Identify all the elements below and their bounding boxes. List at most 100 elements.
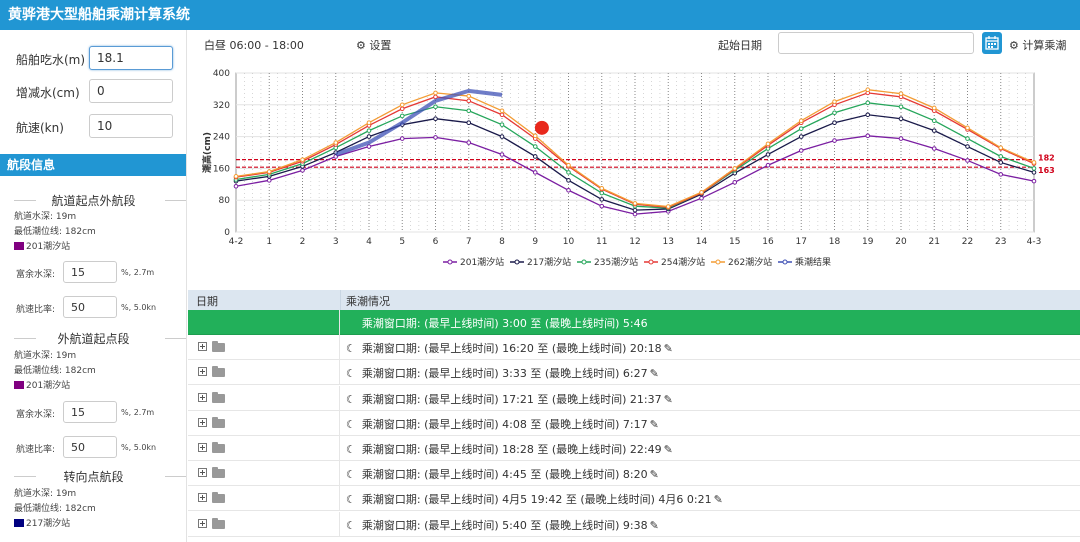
- series-point: [1031, 170, 1037, 175]
- series-point: [566, 162, 571, 168]
- x-tick-label: 8: [499, 237, 505, 247]
- legend-marker: [581, 259, 587, 265]
- series-point: [366, 120, 372, 125]
- segment-depth-3: 航道水深: 19m: [14, 489, 77, 499]
- edit-icon[interactable]: ✎: [650, 468, 659, 481]
- series-point: [532, 133, 538, 139]
- series-point: [931, 105, 937, 111]
- tide-window-value: 乘潮窗口期: (最早上线时间) 4:08 至 (最晚上线时间) 7:17: [361, 417, 648, 431]
- calculate-button[interactable]: ⚙ 计算乘潮: [1009, 37, 1066, 53]
- series-point: [832, 99, 837, 104]
- draft-label: 船舶吃水(m): [16, 53, 86, 67]
- x-tick-label: 20: [895, 237, 907, 247]
- table-row[interactable]: ☾ 乘潮窗口期: (最早上线时间) 3:33 至 (最晚上线时间) 6:27 ✎: [188, 360, 1080, 386]
- expand-icon[interactable]: [198, 493, 207, 503]
- expand-icon[interactable]: [198, 342, 207, 352]
- series-point: [965, 144, 970, 149]
- draft-row: 船舶吃水(m): [0, 46, 186, 72]
- x-tick-label: 18: [829, 237, 841, 247]
- date-cell: [188, 436, 340, 461]
- moon-icon: ☾: [346, 392, 356, 406]
- edit-icon[interactable]: ✎: [714, 493, 723, 506]
- segment-title-text: 外航道起点段: [57, 332, 130, 346]
- tide-window-text: ☾ 乘潮窗口期: (最早上线时间) 4月5 19:42 至 (最晚上线时间) 4月…: [346, 491, 723, 507]
- expand-icon[interactable]: [198, 443, 207, 452]
- edit-icon[interactable]: ✎: [650, 418, 659, 431]
- series-point: [433, 104, 438, 110]
- threshold-label: 163: [1038, 166, 1055, 175]
- tide-window-value: 乘潮窗口期: (最早上线时间) 5:40 至 (最晚上线时间) 9:38: [361, 518, 648, 532]
- series-point: [865, 133, 871, 139]
- expand-icon[interactable]: [198, 367, 207, 377]
- x-tick-label: 5: [399, 237, 405, 247]
- series-point: [499, 122, 505, 127]
- series-point: [599, 203, 605, 209]
- app-title: 黄骅港大型船舶乘潮计算系统: [0, 0, 1080, 30]
- segment-title-text: 转向点航段: [63, 470, 124, 484]
- series-point: [998, 172, 1004, 177]
- tide-window-value: 乘潮窗口期: (最早上线时间) 3:00 至 (最晚上线时间) 5:46: [361, 317, 648, 330]
- table-row[interactable]: ☾ 乘潮窗口期: (最早上线时间) 5:40 至 (最晚上线时间) 9:38 ✎: [188, 511, 1080, 537]
- series-point: [765, 152, 771, 157]
- edit-icon[interactable]: ✎: [650, 367, 659, 380]
- margin-suffix-1: %, 2.7m: [121, 268, 155, 277]
- edit-icon[interactable]: ✎: [664, 443, 673, 456]
- table-row[interactable]: ☾ 乘潮窗口期: (最早上线时间) 4:08 至 (最晚上线时间) 7:17 ✎: [188, 410, 1080, 436]
- series-point: [865, 112, 871, 118]
- series-point: [1031, 178, 1037, 184]
- water-adjust-input[interactable]: [89, 79, 173, 103]
- margin-input-2[interactable]: [63, 401, 117, 423]
- table-row[interactable]: ☾乘潮窗口期: (最早上线时间) 3:00 至 (最晚上线时间) 5:46: [188, 310, 1080, 335]
- margin-suffix-2: %, 2.7m: [121, 408, 155, 417]
- station-name: 217潮汐站: [26, 519, 71, 529]
- draft-input[interactable]: [89, 46, 173, 70]
- table-row[interactable]: ☾ 乘潮窗口期: (最早上线时间) 4月5 19:42 至 (最晚上线时间) 4月…: [188, 486, 1080, 512]
- ratio-input-2[interactable]: [63, 436, 117, 458]
- expand-icon[interactable]: [198, 468, 207, 478]
- series-point: [433, 135, 438, 140]
- series-point: [433, 116, 438, 122]
- table-row[interactable]: ☾ 乘潮窗口期: (最早上线时间) 17:21 至 (最晚上线时间) 21:37 ✎: [188, 385, 1080, 411]
- expand-icon[interactable]: [198, 392, 207, 402]
- tide-window-text: ☾ 乘潮窗口期: (最早上线时间) 17:21 至 (最晚上线时间) 21:37 ✎: [346, 391, 673, 407]
- x-tick-label: 15: [729, 237, 740, 247]
- ratio-input-1[interactable]: [63, 296, 117, 318]
- edit-icon[interactable]: ✎: [664, 393, 673, 406]
- tide-window-value: 乘潮窗口期: (最早上线时间) 18:28 至 (最晚上线时间) 22:49: [361, 443, 662, 456]
- date-cell: [188, 335, 340, 361]
- x-tick-label: 4: [366, 237, 372, 247]
- margin-input-1[interactable]: [63, 261, 117, 283]
- station-color-swatch: [14, 519, 24, 527]
- table-row[interactable]: ☾ 乘潮窗口期: (最早上线时间) 4:45 至 (最晚上线时间) 8:20 ✎: [188, 461, 1080, 487]
- series-point: [433, 90, 438, 96]
- speed-input[interactable]: [89, 114, 173, 138]
- series-point: [699, 189, 704, 195]
- tide-window-value: 乘潮窗口期: (最早上线时间) 4月5 19:42 至 (最晚上线时间) 4月6…: [361, 493, 712, 507]
- folder-icon: [212, 467, 225, 479]
- ratio-suffix-1: %, 5.0kn: [121, 303, 157, 312]
- marker-point: [534, 120, 549, 135]
- series-point: [1031, 166, 1037, 171]
- series-point: [599, 190, 605, 196]
- series-point: [898, 104, 904, 110]
- series-point: [931, 146, 937, 151]
- start-date-input[interactable]: [778, 32, 974, 54]
- expand-icon[interactable]: [198, 417, 207, 427]
- table-row[interactable]: ☾ 乘潮窗口期: (最早上线时间) 16:20 至 (最晚上线时间) 20:18 ✎: [188, 335, 1080, 361]
- settings-button[interactable]: ⚙ 设置: [356, 37, 391, 53]
- edit-icon[interactable]: ✎: [650, 519, 659, 532]
- expand-icon[interactable]: [198, 518, 207, 528]
- series-point: [366, 144, 372, 149]
- table-row[interactable]: ☾ 乘潮窗口期: (最早上线时间) 18:28 至 (最晚上线时间) 22:49 ✎: [188, 436, 1080, 461]
- water-adjust-row: 增减水(cm): [0, 79, 186, 105]
- segment-title-3: 转向点航段: [0, 468, 186, 484]
- series-point: [865, 87, 871, 92]
- tide-window-text: ☾ 乘潮窗口期: (最早上线时间) 4:45 至 (最晚上线时间) 8:20 ✎: [346, 466, 659, 482]
- calendar-button[interactable]: [982, 32, 1002, 54]
- series-point: [566, 178, 571, 183]
- y-tick-label: 400: [213, 69, 230, 79]
- ratio-label-1: 航速比率:: [16, 305, 56, 315]
- segment-depth-1: 航道水深: 19m: [14, 212, 77, 222]
- toolbar: 白昼 06:00 - 18:00 ⚙ 设置 起始日期 ⚙ 计算乘潮: [188, 30, 1080, 58]
- edit-icon[interactable]: ✎: [664, 342, 673, 355]
